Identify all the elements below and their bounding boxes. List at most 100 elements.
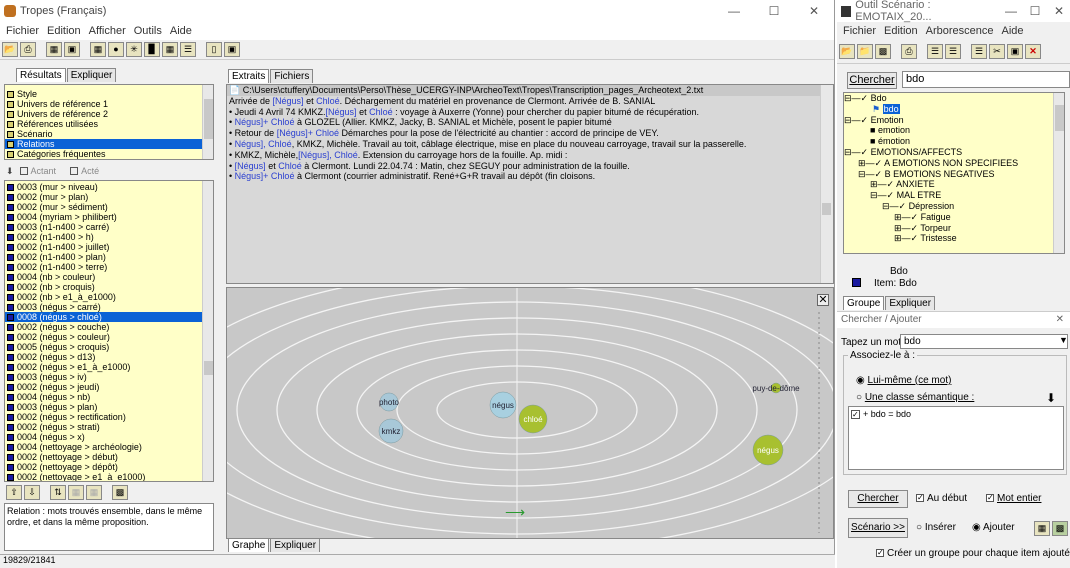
list-item[interactable]: 0002 (nb > croquis) — [5, 282, 213, 292]
list-item[interactable]: 0002 (nettoyage > e1_à_e1000) — [5, 472, 213, 481]
arrow-down-icon[interactable]: ⬇ — [1046, 391, 1056, 405]
close-button[interactable]: ✕ — [794, 4, 834, 18]
export-icon[interactable]: ▩ — [112, 485, 128, 500]
column2-icon[interactable]: ▦ — [86, 485, 102, 500]
tree-node[interactable]: ■ émotion — [844, 136, 1064, 147]
indent-icon[interactable]: ☰ — [971, 44, 987, 59]
close-icon[interactable]: ✕ — [817, 294, 829, 306]
list-item[interactable]: 0002 (n1-n400 > plan) — [5, 252, 213, 262]
list-item[interactable]: 0003 (n1-n400 > carré) — [5, 222, 213, 232]
list-item[interactable]: 0002 (nettoyage > dépôt) — [5, 462, 213, 472]
menu-aide[interactable]: Aide — [166, 25, 196, 37]
extract-line[interactable]: • [Négus] et Chloé à Clermont. Lundi 22.… — [227, 161, 833, 172]
list-item[interactable]: 0003 (négus > iv) — [5, 372, 213, 382]
scenario-tree[interactable]: ⊟—✓ Bdo ⚑ bdo ⊟—✓ Emotion ■ emotion ■ ém… — [843, 92, 1065, 254]
scrollbar[interactable] — [820, 85, 833, 283]
type-input[interactable]: bdo — [900, 334, 1068, 349]
list-item[interactable]: 0003 (mur > niveau) — [5, 182, 213, 192]
list-item[interactable]: 0002 (négus > e1_à_e1000) — [5, 362, 213, 372]
table-icon[interactable]: ▦ — [1034, 521, 1050, 536]
menu-edition[interactable]: Edition — [880, 25, 922, 37]
minimize-button[interactable]: — — [714, 4, 754, 18]
copy-icon[interactable]: ▣ — [64, 42, 80, 57]
list-item[interactable]: 0002 (n1-n400 > h) — [5, 232, 213, 242]
tab-groupe[interactable]: Groupe — [843, 296, 885, 310]
menu-afficher[interactable]: Afficher — [85, 25, 130, 37]
radio-inserer[interactable]: ○ Insérer — [916, 522, 956, 533]
tab-resultats[interactable]: Résultats — [16, 68, 66, 82]
extract-line[interactable]: • Négus], Chloé, KMKZ, Michèle. Travail … — [227, 139, 833, 150]
actors-icon[interactable]: ● — [108, 42, 124, 57]
properties-icon[interactable]: ▦ — [46, 42, 62, 57]
cut-icon[interactable]: ✂ — [989, 44, 1005, 59]
list-item[interactable]: 0002 (négus > couche) — [5, 322, 213, 332]
table-icon[interactable]: ▦ — [162, 42, 178, 57]
menu-fichier[interactable]: Fichier — [839, 25, 880, 37]
up-arrow-icon[interactable]: ⇧ — [6, 485, 22, 500]
menu-arborescence[interactable]: Arborescence — [922, 25, 998, 37]
folder-icon[interactable]: 📁 — [857, 44, 873, 59]
associations-list[interactable]: ✓ + bdo = bdo — [848, 406, 1064, 470]
extract-line[interactable]: • KMKZ, Michèle,[Négus], Chloé. Extensio… — [227, 150, 833, 161]
mot-entier-checkbox[interactable]: ✓ Mot entier — [986, 493, 1041, 504]
tree2-icon[interactable]: ☰ — [945, 44, 961, 59]
export-icon[interactable]: ▩ — [1052, 521, 1068, 536]
list-item[interactable]: Style — [5, 89, 213, 99]
scenario-minimize-button[interactable]: — — [1000, 4, 1022, 18]
scrollbar[interactable] — [202, 85, 213, 159]
actant-checkbox[interactable] — [19, 167, 28, 175]
list-item[interactable]: 0003 (négus > plan) — [5, 402, 213, 412]
tree-node[interactable]: ■ emotion — [844, 125, 1064, 136]
tree-node[interactable]: ⊟—✓ Dépression — [844, 201, 1064, 212]
tree-node-selected[interactable]: ⚑ bdo — [844, 103, 1064, 115]
list-item[interactable]: 0005 (négus > croquis) — [5, 342, 213, 352]
relations-list[interactable]: 0003 (mur > niveau) 0002 (mur > plan) 0002… — [4, 180, 214, 482]
list-item[interactable]: 0002 (mur > plan) — [5, 192, 213, 202]
tree-node[interactable]: ⊟—✓ MAL ETRE — [844, 190, 1064, 201]
graph-node[interactable]: kmkz — [378, 418, 404, 444]
tree-icon[interactable]: ☰ — [927, 44, 943, 59]
down-arrow-icon[interactable]: ⇩ — [24, 485, 40, 500]
extract-line[interactable]: • Retour de [Négus]+ Chloé Démarches pou… — [227, 128, 833, 139]
radio-ajouter[interactable]: ◉ Ajouter — [972, 522, 1015, 533]
open-icon[interactable]: 📂 — [2, 42, 18, 57]
sort-icon[interactable]: ⇅ — [50, 485, 66, 500]
list-item[interactable]: 0002 (négus > couleur) — [5, 332, 213, 342]
radio-self[interactable]: ◉ Lui-même (ce mot) — [856, 375, 951, 386]
graph-panel[interactable]: ⟶ photo kmkz négus chloé puy-de-dôme négus ✕ — [226, 287, 834, 539]
list-item[interactable]: Scénario — [5, 129, 213, 139]
list-item[interactable]: 0004 (négus > nb) — [5, 392, 213, 402]
scenario-close-button[interactable]: ✕ — [1048, 4, 1070, 18]
list-item[interactable]: 0003 (négus > carré) — [5, 302, 213, 312]
list-item[interactable]: 0004 (myriam > philibert) — [5, 212, 213, 222]
scenario-icon[interactable]: ▣ — [224, 42, 240, 57]
maximize-button[interactable]: ☐ — [754, 4, 794, 18]
chevron-down-icon[interactable]: ▼ — [1059, 335, 1068, 345]
radio-class[interactable]: ○ Une classe sémantique : — [856, 392, 974, 403]
print-icon[interactable]: ⎙ — [20, 42, 36, 57]
categories-list[interactable]: Style Univers de référence 1 Univers de … — [4, 84, 214, 160]
list-item[interactable]: 0002 (négus > jeudi) — [5, 382, 213, 392]
list-item[interactable]: Catégories fréquentes — [5, 149, 213, 159]
tab-fichiers[interactable]: Fichiers — [270, 69, 314, 83]
print-icon[interactable]: ⎙ — [901, 44, 917, 59]
graph-node[interactable]: puy-de-dôme — [752, 382, 800, 394]
tree-node[interactable]: ⊟—✓ B EMOTIONS NEGATIVES — [844, 169, 1064, 180]
list-icon[interactable]: ☰ — [180, 42, 196, 57]
tab-expliquer-graph[interactable]: Expliquer — [270, 538, 321, 552]
tree-node[interactable]: ⊞—✓ Torpeur — [844, 223, 1064, 234]
book-icon[interactable]: ▯ — [206, 42, 222, 57]
tree-node[interactable]: ⊞—✓ A EMOTIONS NON SPECIFIEES — [844, 158, 1064, 169]
search-input[interactable]: bdo — [902, 71, 1070, 88]
scrollbar[interactable] — [202, 181, 213, 481]
save-icon[interactable]: ▩ — [875, 44, 891, 59]
scenario-button[interactable]: Scénario >> — [848, 518, 908, 538]
list-item[interactable]: Univers de référence 1 — [5, 99, 213, 109]
tree-node[interactable]: ⊟—✓ Emotion — [844, 115, 1064, 126]
chercher-button[interactable]: Chercher — [848, 490, 908, 508]
menu-edition[interactable]: Edition — [43, 25, 85, 37]
list-item-selected[interactable]: Relations — [5, 139, 213, 149]
tab-graphe[interactable]: Graphe — [228, 538, 270, 552]
menu-aide[interactable]: Aide — [998, 25, 1028, 37]
grid-icon[interactable]: ▦ — [90, 42, 106, 57]
